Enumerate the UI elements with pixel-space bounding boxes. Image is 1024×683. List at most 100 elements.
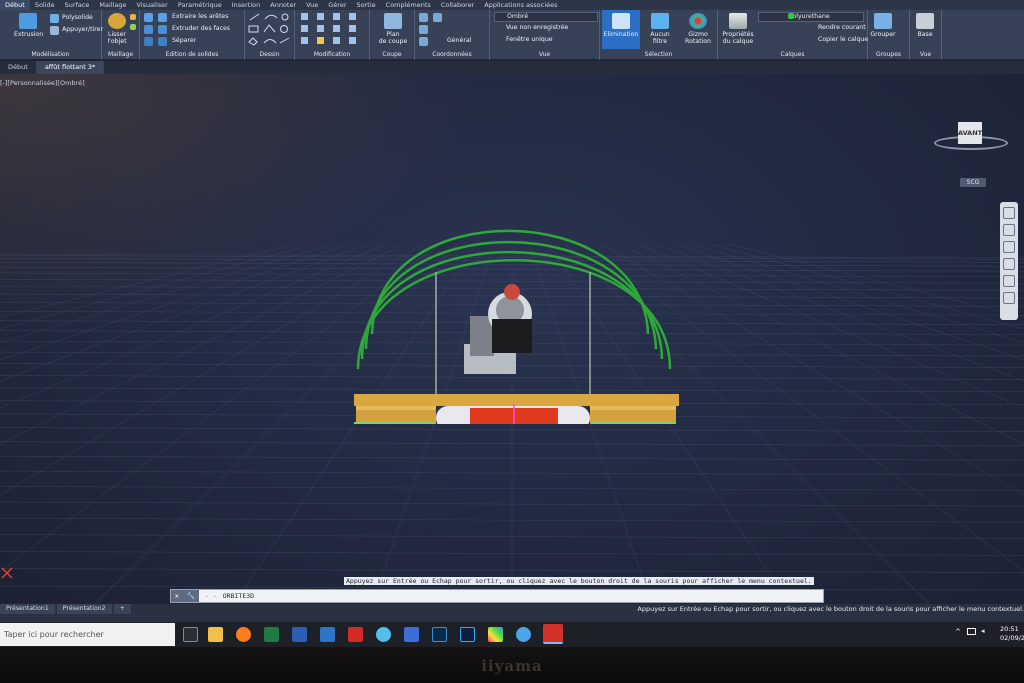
ucs-icon[interactable] <box>419 25 428 34</box>
excel-icon[interactable] <box>264 627 279 642</box>
solid-edit-icon[interactable] <box>144 13 153 22</box>
viewcube-face[interactable]: AVANT <box>958 122 982 144</box>
current-layer-name: Polyurethane <box>789 13 830 20</box>
document-tab[interactable]: Début <box>0 61 37 74</box>
tray-chevron-icon[interactable]: ^ <box>955 628 961 636</box>
polysolide-button[interactable]: Polysolide <box>62 14 93 22</box>
viewport-config-dropdown[interactable]: Fenêtre unique <box>494 36 598 44</box>
gizmo-icon <box>689 13 707 29</box>
lightroom-icon[interactable] <box>432 627 447 642</box>
proprietes-calque-button[interactable]: Propriétés du calque <box>720 13 756 45</box>
solid-edit-icon[interactable] <box>144 25 153 34</box>
elimination-button[interactable]: Elimination <box>602 10 640 49</box>
wcs-dropdown[interactable]: SCG <box>960 178 986 187</box>
ribbon-tab[interactable]: Insertion <box>227 0 266 10</box>
command-input[interactable]: ORBITE3D <box>223 592 254 600</box>
app-icon[interactable] <box>376 627 391 642</box>
volume-icon[interactable]: ◂ <box>981 627 985 635</box>
extraire-aretes-button[interactable]: Extraire les arêtes <box>172 13 228 21</box>
visual-style-dropdown[interactable]: Ombré <box>494 12 598 22</box>
ucs-icon[interactable] <box>419 37 428 46</box>
copier-calque-button[interactable]: Copier le calque <box>818 36 868 44</box>
system-clock[interactable]: 20:51 02/09/2 <box>1000 625 1024 643</box>
drawing-viewport[interactable]: [-][Personnalisée][Ombré] AVANT SCG <box>0 74 1024 607</box>
showmotion-icon[interactable] <box>1003 275 1015 287</box>
du-calque-label: du calque <box>722 38 754 45</box>
orbit-icon[interactable] <box>1003 258 1015 270</box>
draw-tools-icons[interactable] <box>245 10 295 50</box>
word-icon[interactable] <box>292 627 307 642</box>
ribbon-tab[interactable]: Gérer <box>323 0 351 10</box>
ribbon-tab[interactable]: Début <box>0 0 30 10</box>
ribbon-group-maillage: Lisser l'objet Maillage <box>102 10 140 60</box>
smooth-mesh-icon <box>108 13 126 29</box>
separer-button[interactable]: Séparer <box>172 37 196 45</box>
ribbon-tab[interactable]: Sortie <box>352 0 381 10</box>
mesh-tool-icon[interactable] <box>130 14 136 20</box>
plan-label: Plan <box>386 31 400 38</box>
group-label-vue: Vue <box>538 51 551 58</box>
current-layer-dropdown[interactable]: Polyurethane <box>758 12 864 22</box>
taskbar-search-input[interactable]: Taper ici pour rechercher <box>0 623 175 646</box>
gizmo-rotation-button[interactable]: Gizmo Rotation <box>682 13 714 45</box>
app-icon[interactable] <box>516 627 531 642</box>
ribbon-tab[interactable]: Solide <box>30 0 60 10</box>
command-line[interactable]: ✕ 🔧 - - ORBITE3D <box>170 589 824 603</box>
modify-tools-icons[interactable] <box>295 10 370 50</box>
solid-edit-icon[interactable] <box>144 37 153 46</box>
ribbon-tab[interactable]: Maillage <box>94 0 131 10</box>
plan-de-coupe-button[interactable]: Plan de coupe <box>376 13 410 45</box>
grid-line <box>637 243 1024 409</box>
3d-model-floating-mount[interactable] <box>340 184 685 424</box>
layout-tab[interactable]: Présentation2 <box>56 604 112 614</box>
photoshop-icon[interactable] <box>460 627 475 642</box>
ribbon-tab[interactable]: Annoter <box>265 0 301 10</box>
ribbon-tab[interactable]: Surface <box>60 0 95 10</box>
pan-hand-icon[interactable] <box>1003 224 1015 236</box>
ucs-general-dropdown[interactable]: Général <box>447 37 471 45</box>
appuyer-tirer-button[interactable]: Appuyer/tirer <box>62 26 103 34</box>
wrench-icon[interactable]: 🔧 <box>187 592 196 600</box>
base-view-button[interactable]: Base <box>912 13 938 38</box>
ribbon-tab[interactable]: Collaborer <box>436 0 479 10</box>
document-tab[interactable]: affût flottant 3* <box>36 61 105 74</box>
firefox-icon[interactable] <box>236 627 251 642</box>
acrobat-icon[interactable] <box>348 627 363 642</box>
ucs-icon[interactable] <box>419 13 428 22</box>
rendre-courant-button[interactable]: Rendre courant <box>818 24 866 32</box>
viewcube[interactable]: AVANT <box>932 118 1012 158</box>
saved-view-dropdown[interactable]: Vue non enregistrée <box>494 24 598 32</box>
grouper-button[interactable]: Grouper <box>870 13 896 38</box>
ucs-icon[interactable] <box>433 13 442 22</box>
close-icon[interactable]: ✕ <box>175 592 179 600</box>
steering-wheel-icon[interactable] <box>1003 207 1015 219</box>
ribbon-tab[interactable]: Applications associées <box>479 0 562 10</box>
mesh-tool-icon[interactable] <box>130 24 136 30</box>
viewport-controls-label[interactable]: [-][Personnalisée][Ombré] <box>0 79 85 87</box>
base-label: Base <box>917 31 933 38</box>
network-icon[interactable] <box>967 628 976 635</box>
layout-tab[interactable]: + <box>113 604 131 614</box>
solid-edit-icon[interactable] <box>158 37 167 46</box>
ribbon-tab[interactable]: Paramétrique <box>173 0 227 10</box>
zoom-icon[interactable] <box>1003 241 1015 253</box>
lisser-objet-button[interactable]: Lisser l'objet <box>104 13 130 45</box>
solid-edit-icon[interactable] <box>158 13 167 22</box>
ribbon-tab[interactable]: Compléments <box>381 0 436 10</box>
outlook-icon[interactable] <box>320 627 335 642</box>
aucun-filtre-button[interactable]: Aucun filtre <box>643 13 677 45</box>
extrusion-button[interactable]: Extrusion <box>14 13 43 38</box>
photos-icon[interactable] <box>488 627 503 642</box>
file-explorer-icon[interactable] <box>208 627 223 642</box>
autocad-taskbar-icon[interactable] <box>543 624 563 644</box>
ribbon-tab[interactable]: Vue <box>301 0 323 10</box>
app-icon[interactable] <box>404 627 419 642</box>
extruder-faces-button[interactable]: Extruder des faces <box>172 25 230 33</box>
nav-customize-icon[interactable] <box>1003 292 1015 304</box>
ribbon-group-groupes: Grouper Groupes <box>868 10 910 60</box>
deck-strip <box>354 422 434 424</box>
task-view-icon[interactable] <box>183 627 198 642</box>
solid-edit-icon[interactable] <box>158 25 167 34</box>
layout-tab[interactable]: Présentation1 <box>0 604 55 614</box>
ribbon-tab[interactable]: Visualiser <box>132 0 173 10</box>
